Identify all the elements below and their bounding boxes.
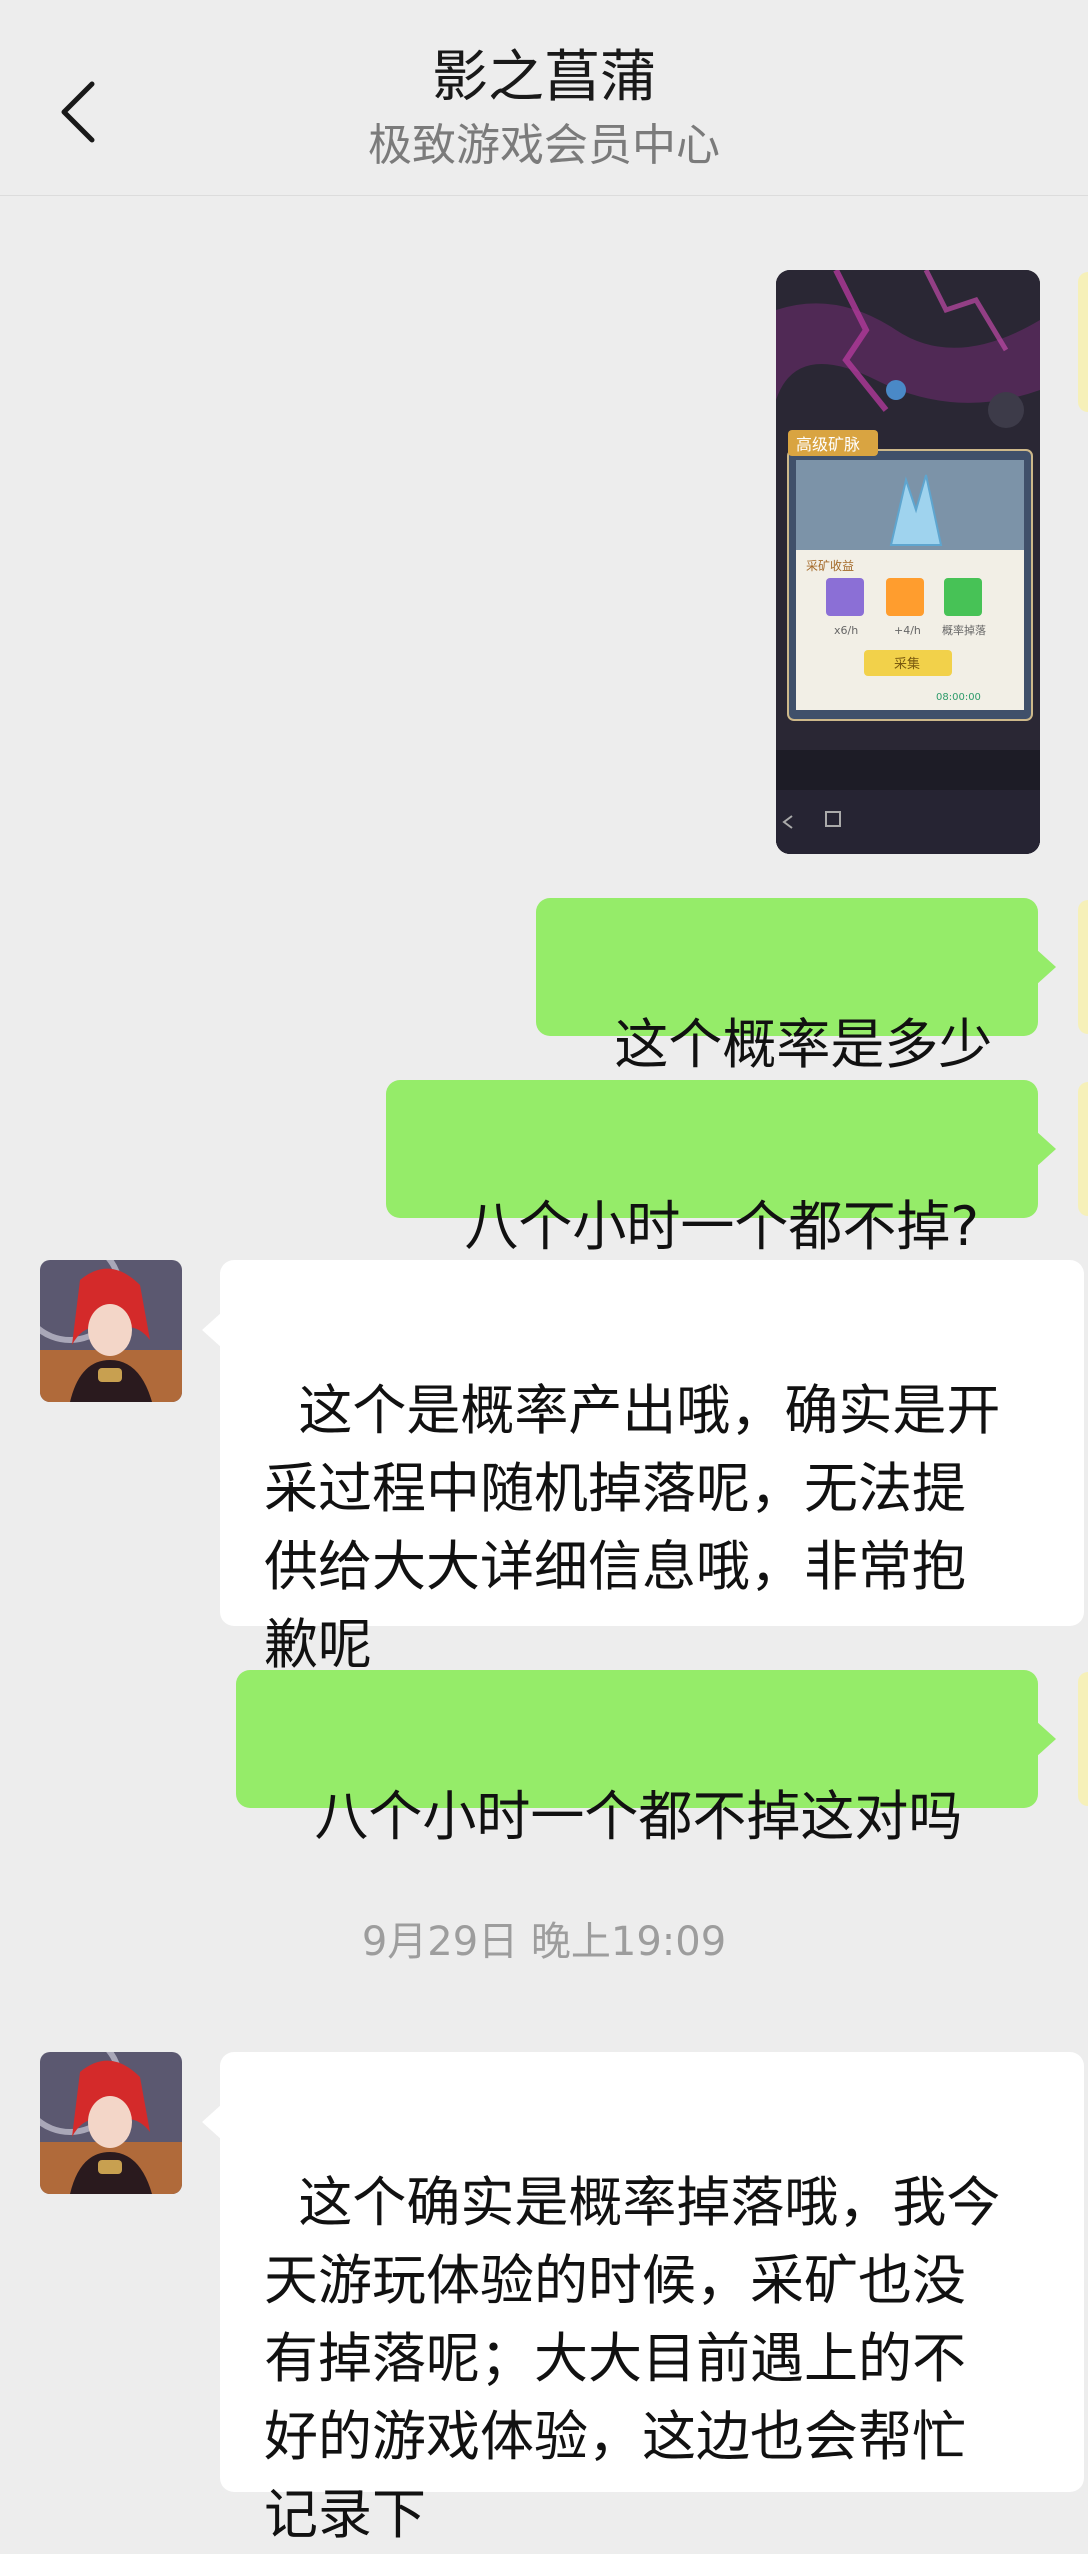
message-timestamp: 9月29日 晚上19:09 [361,1919,727,1965]
item-label: 概率掉落 [942,623,986,637]
chat-header: 影之菖蒲 极致游戏会员中心 [0,0,1088,196]
incoming-message[interactable]: 这个确实是概率掉落哦，我今 天游玩体验的时候，采矿也没 有掉落呢；大大目前遇上的… [202,2052,1084,2546]
avatar-image [40,2052,182,2194]
rewards-label: 采矿收益 [806,559,854,573]
outgoing-message[interactable]: 八个小时一个都不掉这对吗 [236,1670,1056,1848]
time-text: 08:00:00 [936,692,981,703]
message-text: 这个概率是多少 [614,1013,993,1076]
game-screenshot-thumbnail: 高级矿脉 采矿收益 x6/h +4/h 概率掉落 采集 08:00:00 [776,270,1040,854]
message-text: 这个是概率产出哦，确实是开 采过程中随机掉落呢，无法提 供给大大详细信息哦，非常… [264,1379,1001,1676]
contact-avatar[interactable] [40,2052,182,2194]
message-text: 八个小时一个都不掉? [464,1195,980,1258]
item-label: x6/h [834,624,858,637]
panel-title: 高级矿脉 [796,435,860,454]
adjacent-panel-edge [1078,272,1088,412]
chat-title: 影之菖蒲 [432,45,656,110]
avatar-image [40,1260,182,1402]
item-label: +4/h [894,624,921,637]
incoming-message[interactable]: 这个是概率产出哦，确实是开 采过程中随机掉落呢，无法提 供给大大详细信息哦，非常… [202,1260,1084,1676]
message-text: 这个确实是概率掉落哦，我今 天游玩体验的时候，采矿也没 有掉落呢；大大目前遇上的… [264,2171,1001,2546]
outgoing-message[interactable]: 这个概率是多少 [536,898,1056,1076]
chat-subtitle: 极致游戏会员中心 [368,120,720,171]
image-message[interactable]: 高级矿脉 采矿收益 x6/h +4/h 概率掉落 采集 08:00:00 [776,270,1040,854]
message-text: 八个小时一个都不掉这对吗 [314,1785,963,1848]
action-button-label: 采集 [894,656,920,672]
adjacent-panel-edge [1078,1672,1088,1806]
adjacent-panel-edge [1078,1082,1088,1216]
contact-avatar[interactable] [40,1260,182,1402]
outgoing-message[interactable]: 八个小时一个都不掉? [386,1080,1056,1258]
adjacent-panel-edge [1078,900,1088,1034]
